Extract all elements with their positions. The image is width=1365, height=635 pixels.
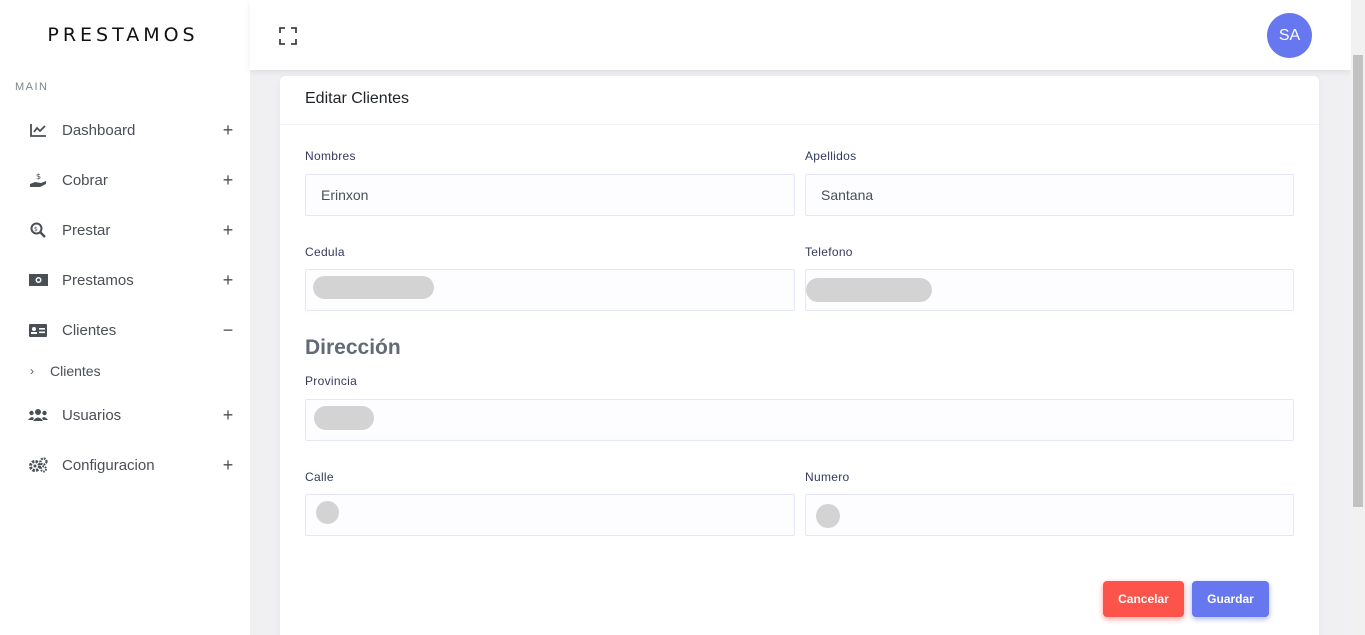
brand-text: PRESTAMOS [47,24,199,46]
sidebar-item-usuarios[interactable]: Usuarios + [0,390,250,440]
chart-line-icon [28,122,48,138]
sidebar-subitem-label: Clientes [50,363,101,379]
brand-logo[interactable]: PRESTAMOS [0,0,250,70]
cedula-label: Cedula [305,245,345,259]
redacted-value [314,406,374,430]
provincia-input[interactable] [305,399,1294,441]
sidebar-item-label: Clientes [62,321,117,339]
id-card-icon [28,322,48,338]
direccion-section-title: Dirección [305,336,401,359]
expand-icon[interactable]: + [221,406,235,424]
sidebar-item-label: Dashboard [62,121,136,139]
sidebar-item-label: Prestamos [62,271,134,289]
apellidos-label: Apellidos [805,149,857,163]
expand-icon[interactable]: + [221,171,235,189]
search-dollar-icon: $ [28,222,48,238]
svg-text:$: $ [34,226,38,233]
save-button[interactable]: Guardar [1192,581,1269,617]
provincia-label: Provincia [305,374,358,388]
sidebar-item-label: Prestar [62,221,111,239]
nombres-input[interactable] [305,174,795,216]
sidebar: PRESTAMOS MAIN Dashboard + $ Cobrar + $ … [0,0,250,635]
sidebar-item-cobrar[interactable]: $ Cobrar + [0,155,250,205]
sidebar-section-label: MAIN [15,81,49,93]
numero-label: Numero [805,470,850,484]
expand-icon[interactable]: + [221,271,235,289]
card-title: Editar Clientes [305,90,410,107]
sidebar-subitem-clientes[interactable]: › Clientes [0,357,250,385]
redacted-value [816,504,840,528]
fullscreen-icon[interactable] [278,26,298,46]
user-avatar[interactable]: SA [1267,13,1312,58]
card-header: Editar Clientes [280,76,1319,125]
expand-icon[interactable]: + [221,221,235,239]
redacted-value [316,501,339,524]
sidebar-item-prestamos[interactable]: Prestamos + [0,255,250,305]
hand-dollar-icon: $ [28,172,48,188]
sidebar-item-prestar[interactable]: $ Prestar + [0,205,250,255]
gears-icon [28,457,48,473]
redacted-value [806,278,932,302]
scrollbar-thumb[interactable] [1353,55,1363,507]
numero-input[interactable] [805,494,1294,536]
calle-label: Calle [305,470,334,484]
nombres-label: Nombres [305,149,356,163]
calle-input[interactable] [305,494,795,536]
svg-text:$: $ [36,172,41,181]
collapse-icon[interactable]: − [221,321,235,339]
redacted-value [313,276,434,299]
sidebar-item-dashboard[interactable]: Dashboard + [0,105,250,155]
cancel-button[interactable]: Cancelar [1103,581,1184,617]
chevron-right-icon: › [30,364,34,378]
edit-client-card: Editar Clientes Nombres Apellidos Cedula… [280,76,1319,635]
sidebar-item-label: Configuracion [62,456,155,474]
sidebar-item-configuracion[interactable]: Configuracion + [0,440,250,490]
page-scrollbar[interactable] [1351,0,1365,635]
money-bill-icon [28,272,48,288]
sidebar-item-clientes[interactable]: Clientes − [0,305,250,355]
expand-icon[interactable]: + [221,121,235,139]
sidebar-item-label: Usuarios [62,406,122,424]
telefono-label: Telefono [805,245,853,259]
users-icon [28,407,48,423]
top-navbar: SA [250,0,1351,70]
apellidos-input[interactable] [805,174,1294,216]
sidebar-item-label: Cobrar [62,171,108,189]
expand-icon[interactable]: + [221,456,235,474]
